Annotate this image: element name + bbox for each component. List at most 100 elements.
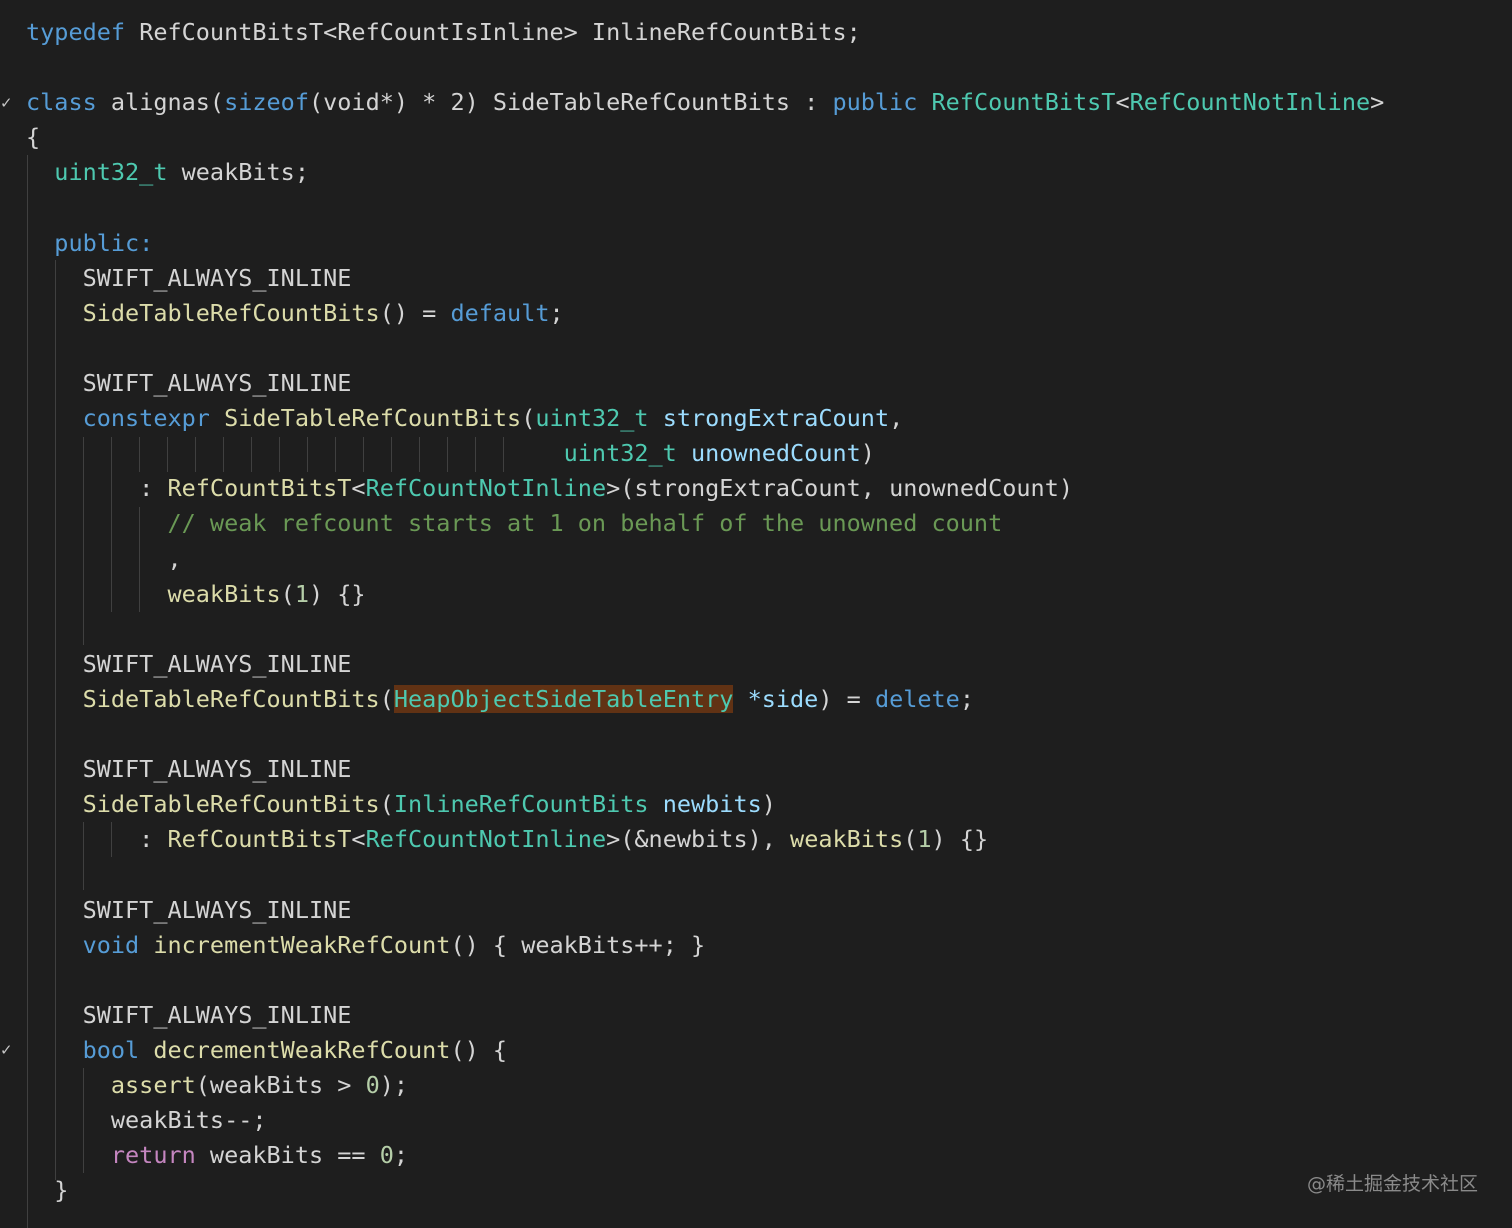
code-line[interactable]: , xyxy=(26,542,181,577)
code-token: 0 xyxy=(379,1141,394,1170)
code-token: SideTableRefCountBits xyxy=(82,684,380,713)
code-token: SWIFT_ALWAYS_INLINE xyxy=(26,895,352,924)
code-token: constexpr xyxy=(82,404,210,433)
code-token: SWIFT_ALWAYS_INLINE xyxy=(26,1000,352,1029)
code-token: weakBits--; xyxy=(26,1106,267,1135)
code-line[interactable]: SideTableRefCountBits(InlineRefCountBits… xyxy=(26,787,776,822)
code-line[interactable]: weakBits(1) {} xyxy=(26,577,365,612)
code-line[interactable]: SWIFT_ALWAYS_INLINE xyxy=(26,893,352,928)
code-line[interactable]: // weak refcount starts at 1 on behalf o… xyxy=(26,506,1002,541)
code-token: () = xyxy=(379,298,451,327)
code-token: class xyxy=(26,88,97,117)
code-token: >(strongExtraCount, unownedCount) xyxy=(606,474,1073,503)
code-token: SideTableRefCountBits xyxy=(82,298,380,327)
code-line[interactable]: class alignas(sizeof(void*) * 2) SideTab… xyxy=(26,85,1384,120)
code-line[interactable]: public: xyxy=(26,226,153,261)
code-line[interactable]: bool decrementWeakRefCount() { xyxy=(26,1033,507,1068)
code-line[interactable]: assert(weakBits > 0); xyxy=(26,1068,408,1103)
code-token: ( xyxy=(903,825,918,854)
code-line[interactable]: uint32_t weakBits; xyxy=(26,155,309,190)
code-token: decrementWeakRefCount xyxy=(153,1035,451,1064)
code-token: ( xyxy=(379,684,394,713)
chevron-down-icon[interactable]: ✓ xyxy=(0,1041,18,1059)
code-token: RefCountBitsT xyxy=(167,825,352,854)
code-token: : xyxy=(26,474,168,503)
code-token: RefCountNotInline xyxy=(365,474,607,503)
code-token: (void*) * 2) SideTableRefCountBits : xyxy=(308,88,833,117)
code-line[interactable]: : RefCountBitsT<RefCountNotInline>(stron… xyxy=(26,471,1073,506)
code-token: return xyxy=(110,1141,196,1170)
code-line[interactable]: SWIFT_ALWAYS_INLINE xyxy=(26,647,352,682)
code-token: newbits xyxy=(662,790,762,819)
code-token: SWIFT_ALWAYS_INLINE xyxy=(26,369,352,397)
code-token: 0 xyxy=(365,1071,380,1099)
code-line[interactable]: SWIFT_ALWAYS_INLINE xyxy=(26,998,352,1033)
code-token: RefCountNotInline xyxy=(1129,88,1371,117)
code-token: < xyxy=(1115,88,1130,117)
code-token: SWIFT_ALWAYS_INLINE xyxy=(26,649,352,678)
code-line[interactable]: return weakBits == 0; xyxy=(26,1138,408,1173)
code-line[interactable]: typedef RefCountBitsT<RefCountIsInline> … xyxy=(26,15,861,50)
code-token: ( xyxy=(521,404,536,433)
code-token: HeapObjectSideTableEntry xyxy=(393,684,734,713)
code-line[interactable]: SideTableRefCountBits(HeapObjectSideTabl… xyxy=(26,682,974,717)
code-token: SideTableRefCountBits xyxy=(82,790,380,819)
code-token: public xyxy=(832,88,918,117)
code-token: 1 xyxy=(294,579,309,608)
code-token: default xyxy=(450,298,550,327)
code-token: { xyxy=(26,123,41,152)
code-token: ) xyxy=(860,439,875,468)
code-token: (weakBits > xyxy=(195,1071,366,1099)
code-line[interactable]: SWIFT_ALWAYS_INLINE xyxy=(26,261,352,296)
code-token: alignas( xyxy=(96,88,225,117)
code-token: InlineRefCountBits xyxy=(393,790,649,819)
chevron-down-icon[interactable]: ✓ xyxy=(0,94,18,112)
code-token: // weak refcount starts at 1 on behalf o… xyxy=(167,509,1003,538)
code-token: > xyxy=(1370,88,1385,117)
code-token: ( xyxy=(280,579,295,608)
code-token: bool xyxy=(82,1035,140,1064)
code-line[interactable]: constexpr SideTableRefCountBits(uint32_t… xyxy=(26,401,904,436)
code-token: () { xyxy=(450,1035,508,1064)
code-token: RefCountNotInline xyxy=(365,825,607,854)
code-token: *side xyxy=(747,684,819,713)
code-editor[interactable]: ✓ ✓ typedef RefCountBitsT<RefCountIsInli… xyxy=(0,0,1512,1228)
code-token: , xyxy=(889,404,904,433)
code-line[interactable]: : RefCountBitsT<RefCountNotInline>(&newb… xyxy=(26,822,988,857)
code-token: unownedCount xyxy=(690,439,861,468)
code-line[interactable]: SWIFT_ALWAYS_INLINE xyxy=(26,752,352,787)
code-line[interactable]: { xyxy=(26,120,40,155)
code-line[interactable]: SideTableRefCountBits() = default; xyxy=(26,296,564,331)
code-token: void xyxy=(82,930,140,959)
code-line[interactable]: weakBits--; xyxy=(26,1103,267,1138)
code-token: SWIFT_ALWAYS_INLINE xyxy=(26,755,352,784)
code-token: ) xyxy=(761,790,776,819)
code-token: ; xyxy=(959,684,974,713)
code-token: RefCountBitsT xyxy=(931,88,1116,117)
code-token: ; xyxy=(393,1141,409,1170)
code-line[interactable]: uint32_t unownedCount) xyxy=(26,436,875,471)
code-token: assert xyxy=(110,1071,196,1099)
code-line[interactable]: SWIFT_ALWAYS_INLINE xyxy=(26,366,352,401)
code-token: SWIFT_ALWAYS_INLINE xyxy=(26,263,352,292)
code-token: RefCountBitsT<RefCountIsInline> InlineRe… xyxy=(125,18,861,46)
watermark: @稀土掘金技术社区 xyxy=(1306,1173,1478,1195)
code-line[interactable]: void incrementWeakRefCount() { weakBits+… xyxy=(26,928,706,963)
code-token: public: xyxy=(54,228,154,257)
code-line[interactable]: } xyxy=(26,1173,68,1208)
code-token: RefCountBitsT xyxy=(167,474,352,503)
code-token: uint32_t xyxy=(54,158,168,187)
